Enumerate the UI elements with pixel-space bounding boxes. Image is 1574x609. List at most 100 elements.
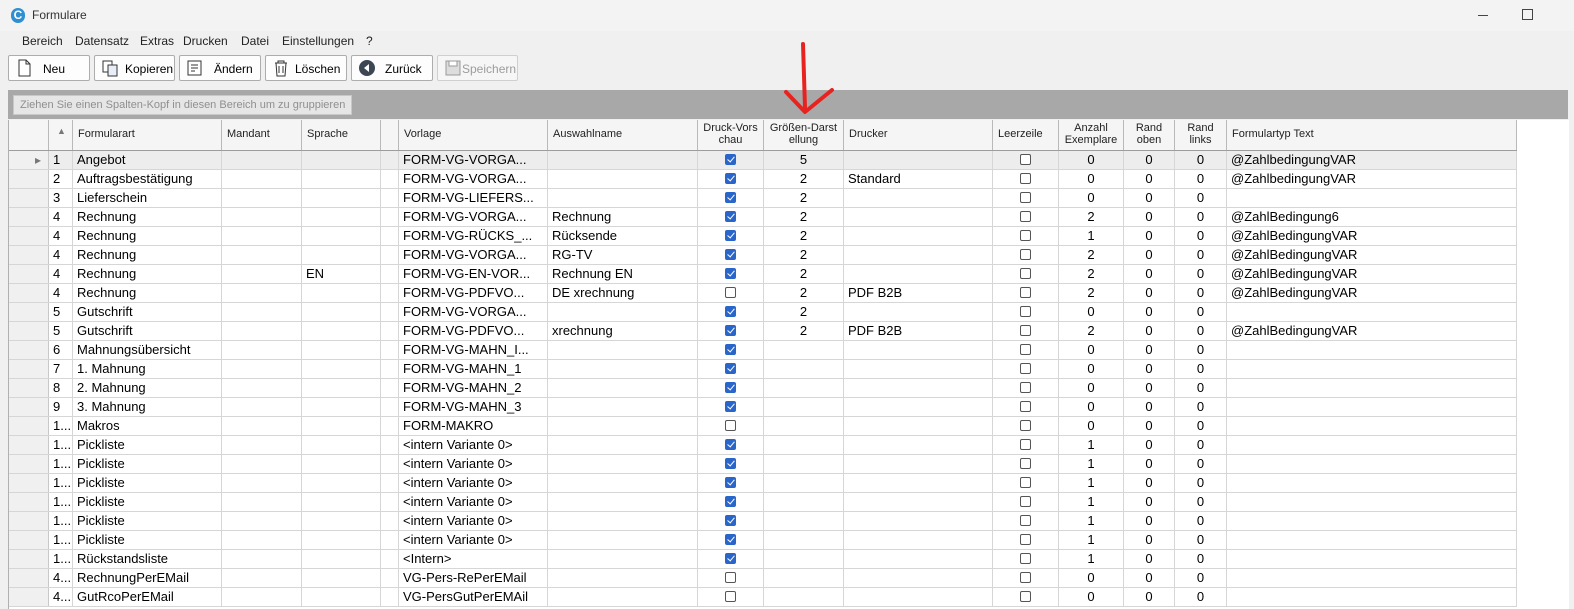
checkbox-checked[interactable] [725, 211, 736, 222]
row-selector[interactable] [9, 569, 49, 587]
table-row[interactable]: 3 Lieferschein FORM-VG-LIEFERS... 2 0 0 0 [9, 189, 1517, 208]
column-header-vorlage[interactable]: Vorlage [399, 120, 548, 150]
table-row[interactable]: 4... RechnungPerEMail VG-Pers-RePerEMail 0 0… [9, 569, 1517, 588]
row-selector[interactable]: ▸ [9, 151, 49, 169]
row-number-header[interactable]: ▲ [49, 120, 73, 150]
table-row[interactable]: 1... Pickliste <intern Variante 0> 1 0 0 [9, 512, 1517, 531]
copy-button[interactable]: Kopieren [94, 55, 175, 81]
row-selector[interactable] [9, 208, 49, 226]
table-row[interactable]: 4... GutRcoPerEMail VG-PersGutPerEMAil 0 0 0 [9, 588, 1517, 607]
table-row[interactable]: 6 Mahnungsübersicht FORM-VG-MAHN_I... 0 0 0 [9, 341, 1517, 360]
table-row[interactable]: 1... Pickliste <intern Variante 0> 1 0 0 [9, 474, 1517, 493]
checkbox-unchecked[interactable] [1020, 477, 1031, 488]
edit-button[interactable]: Ändern [179, 55, 261, 81]
row-selector[interactable] [9, 531, 49, 549]
menu-extras[interactable]: Extras [140, 34, 174, 48]
row-selector[interactable] [9, 303, 49, 321]
checkbox-checked[interactable] [725, 268, 736, 279]
checkbox-unchecked[interactable] [1020, 306, 1031, 317]
column-header-formularart[interactable]: Formularart [73, 120, 222, 150]
checkbox-checked[interactable] [725, 192, 736, 203]
row-selector[interactable] [9, 322, 49, 340]
save-button[interactable]: Speichern [437, 55, 518, 81]
checkbox-checked[interactable] [725, 306, 736, 317]
table-row[interactable]: ▸ 1 Angebot FORM-VG-VORGA... 5 0 0 0 @Zahlbeding… [9, 151, 1517, 170]
checkbox-checked[interactable] [725, 173, 736, 184]
minimize-icon[interactable] [1478, 15, 1488, 16]
table-row[interactable]: 1... Makros FORM-MAKRO 0 0 0 [9, 417, 1517, 436]
row-selector[interactable] [9, 265, 49, 283]
new-button[interactable]: Neu [8, 55, 90, 81]
checkbox-unchecked[interactable] [725, 591, 736, 602]
checkbox-checked[interactable] [725, 382, 736, 393]
checkbox-checked[interactable] [725, 477, 736, 488]
table-row[interactable]: 1... Pickliste <intern Variante 0> 1 0 0 [9, 493, 1517, 512]
checkbox-unchecked[interactable] [1020, 363, 1031, 374]
checkbox-unchecked[interactable] [1020, 382, 1031, 393]
table-row[interactable]: 4 Rechnung FORM-VG-PDFVO... DE xrechnung 2 PD… [9, 284, 1517, 303]
column-header-drucker[interactable]: Drucker [844, 120, 993, 150]
row-selector[interactable] [9, 436, 49, 454]
row-selector[interactable] [9, 417, 49, 435]
checkbox-unchecked[interactable] [1020, 439, 1031, 450]
menu-einstellungen[interactable]: Einstellungen [282, 34, 354, 48]
column-header-groessen-darstellung[interactable]: Größen-Darst ellung [764, 120, 844, 150]
row-selector[interactable] [9, 455, 49, 473]
checkbox-unchecked[interactable] [1020, 534, 1031, 545]
column-header-auswahlname[interactable]: Auswahlname [548, 120, 698, 150]
column-header-sprache[interactable]: Sprache [302, 120, 381, 150]
row-selector[interactable] [9, 227, 49, 245]
table-row[interactable]: 1... Pickliste <intern Variante 0> 1 0 0 [9, 531, 1517, 550]
checkbox-unchecked[interactable] [1020, 154, 1031, 165]
row-selector[interactable] [9, 493, 49, 511]
table-row[interactable]: 1... Pickliste <intern Variante 0> 1 0 0 [9, 455, 1517, 474]
table-row[interactable]: 9 3. Mahnung FORM-VG-MAHN_3 0 0 0 [9, 398, 1517, 417]
checkbox-unchecked[interactable] [1020, 192, 1031, 203]
checkbox-unchecked[interactable] [725, 287, 736, 298]
menu-bereich[interactable]: Bereich [22, 34, 63, 48]
row-selector[interactable] [9, 512, 49, 530]
checkbox-checked[interactable] [725, 249, 736, 260]
table-row[interactable]: 8 2. Mahnung FORM-VG-MAHN_2 0 0 0 [9, 379, 1517, 398]
back-button[interactable]: Zurück [351, 55, 433, 81]
table-row[interactable]: 4 Rechnung FORM-VG-RÜCKS_... Rücksende 2 1 0 0 @… [9, 227, 1517, 246]
checkbox-unchecked[interactable] [1020, 572, 1031, 583]
checkbox-unchecked[interactable] [1020, 553, 1031, 564]
checkbox-unchecked[interactable] [1020, 249, 1031, 260]
row-selector[interactable] [9, 189, 49, 207]
delete-button[interactable]: Löschen [265, 55, 347, 81]
checkbox-checked[interactable] [725, 553, 736, 564]
checkbox-checked[interactable] [725, 363, 736, 374]
row-selector[interactable] [9, 588, 49, 606]
column-header-leerzeile[interactable]: Leerzeile [993, 120, 1059, 150]
checkbox-unchecked[interactable] [1020, 211, 1031, 222]
table-row[interactable]: 4 Rechnung FORM-VG-VORGA... RG-TV 2 2 0 0 @ZahlB… [9, 246, 1517, 265]
checkbox-checked[interactable] [725, 401, 736, 412]
checkbox-checked[interactable] [725, 515, 736, 526]
column-header-mandant[interactable]: Mandant [222, 120, 302, 150]
row-selector[interactable] [9, 398, 49, 416]
checkbox-checked[interactable] [725, 458, 736, 469]
checkbox-unchecked[interactable] [1020, 401, 1031, 412]
checkbox-unchecked[interactable] [1020, 173, 1031, 184]
checkbox-unchecked[interactable] [1020, 287, 1031, 298]
column-header-rand-links[interactable]: Rand links [1175, 120, 1227, 150]
column-header-rand-oben[interactable]: Rand oben [1124, 120, 1175, 150]
checkbox-checked[interactable] [725, 344, 736, 355]
checkbox-unchecked[interactable] [1020, 230, 1031, 241]
table-row[interactable]: 5 Gutschrift FORM-VG-PDFVO... xrechnung 2 PDF… [9, 322, 1517, 341]
checkbox-checked[interactable] [725, 154, 736, 165]
row-selector[interactable] [9, 550, 49, 568]
maximize-icon[interactable] [1522, 9, 1533, 20]
table-row[interactable]: 4 Rechnung FORM-VG-VORGA... Rechnung 2 2 0 0 @Za… [9, 208, 1517, 227]
table-row[interactable]: 1... Rückstandsliste <Intern> 1 0 0 [9, 550, 1517, 569]
table-row[interactable]: 4 Rechnung EN FORM-VG-EN-VOR... Rechnung EN 2… [9, 265, 1517, 284]
menu-help[interactable]: ? [366, 34, 373, 48]
table-row[interactable]: 2 Auftragsbestätigung FORM-VG-VORGA... 2 Sta… [9, 170, 1517, 189]
row-selector[interactable] [9, 379, 49, 397]
checkbox-checked[interactable] [725, 439, 736, 450]
menu-datensatz[interactable]: Datensatz [75, 34, 129, 48]
checkbox-checked[interactable] [725, 325, 736, 336]
column-header-anzahl-exemplare[interactable]: Anzahl Exemplare [1059, 120, 1124, 150]
checkbox-unchecked[interactable] [1020, 344, 1031, 355]
